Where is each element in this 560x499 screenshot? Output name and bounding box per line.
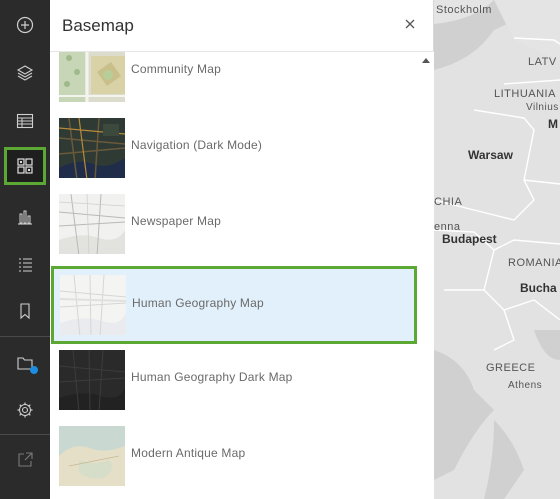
- newspaper-thumbnail: [59, 194, 125, 254]
- settings-button[interactable]: [0, 387, 50, 433]
- map-properties-button[interactable]: [0, 340, 50, 386]
- basemap-panel: Basemap Community Map Navigation (Dark M…: [50, 0, 434, 499]
- layers-button[interactable]: [0, 50, 50, 96]
- bookmarks-button[interactable]: [0, 288, 50, 334]
- chart-icon: [18, 210, 32, 225]
- map-label-warsaw: Warsaw: [468, 148, 513, 162]
- basemap-item-community-map[interactable]: Community Map: [52, 52, 416, 110]
- basemap-item-human-geography[interactable]: Human Geography Map: [51, 266, 417, 344]
- toolbar-divider: [0, 434, 50, 435]
- map-label-lithuania: LITHUANIA: [494, 88, 556, 100]
- map-label-bucha: Bucha: [520, 281, 557, 295]
- notification-badge: [30, 366, 38, 374]
- map-label-stockholm: Stockholm: [436, 4, 492, 16]
- modern-antique-thumbnail: [59, 426, 125, 486]
- panel-header: Basemap: [50, 0, 434, 52]
- map-label-athens: Athens: [508, 380, 543, 391]
- basemap-label: Navigation (Dark Mode): [131, 138, 263, 152]
- panel-title: Basemap: [62, 16, 134, 35]
- layers-icon: [16, 65, 34, 81]
- table-icon: [16, 113, 34, 129]
- share-button[interactable]: [0, 437, 50, 483]
- map-view[interactable]: Stockholm LATV LITHUANIA Vilnius M Warsa…: [434, 0, 560, 499]
- basemap-label: Community Map: [131, 62, 221, 76]
- tables-button[interactable]: [0, 98, 50, 144]
- close-icon: [405, 19, 415, 29]
- map-label-romania: ROMANIA: [508, 257, 560, 269]
- map-land-shapes: [434, 0, 560, 499]
- basemap-item-modern-antique[interactable]: Modern Antique Map: [52, 422, 416, 494]
- settings-icon: [17, 402, 33, 418]
- human-geography-thumbnail: [60, 275, 126, 335]
- legend-button[interactable]: [0, 242, 50, 288]
- map-label-chia: CHIA: [434, 196, 463, 208]
- list-scrollbar[interactable]: [418, 52, 434, 499]
- map-label-vilnius: Vilnius: [526, 102, 559, 113]
- add-button[interactable]: [0, 2, 50, 48]
- basemap-item-human-geography-dark[interactable]: Human Geography Dark Map: [52, 346, 416, 418]
- app-root: Basemap Community Map Navigation (Dark M…: [0, 0, 560, 499]
- legend-icon: [19, 258, 32, 272]
- map-label-budapest: Budapest: [442, 232, 497, 246]
- basemap-item-newspaper[interactable]: Newspaper Map: [52, 190, 416, 262]
- basemap-item-navigation-dark[interactable]: Navigation (Dark Mode): [52, 114, 416, 186]
- close-button[interactable]: [402, 16, 418, 32]
- add-icon: [16, 16, 34, 34]
- toolbar-divider: [0, 336, 50, 337]
- basemap-label: Human Geography Dark Map: [131, 370, 293, 384]
- scroll-up-arrow-icon[interactable]: [422, 58, 430, 63]
- basemap-label: Newspaper Map: [131, 214, 221, 228]
- basemap-list: Community Map Navigation (Dark Mode) New…: [50, 52, 418, 499]
- basemap-label: Modern Antique Map: [131, 446, 246, 460]
- map-label-m: M: [548, 117, 558, 131]
- share-icon: [18, 452, 33, 467]
- basemap-label: Human Geography Map: [132, 296, 264, 310]
- map-label-greece: GREECE: [486, 362, 536, 374]
- bookmark-icon: [20, 303, 30, 320]
- basemap-gallery-icon: [17, 158, 33, 174]
- left-toolbar: [0, 0, 50, 499]
- basemap-button[interactable]: [4, 147, 46, 185]
- charts-button[interactable]: [0, 194, 50, 240]
- human-geography-dark-thumbnail: [59, 350, 125, 410]
- map-label-latvia: LATV: [528, 56, 557, 68]
- navigation-dark-thumbnail: [59, 118, 125, 178]
- community-map-thumbnail: [59, 52, 125, 102]
